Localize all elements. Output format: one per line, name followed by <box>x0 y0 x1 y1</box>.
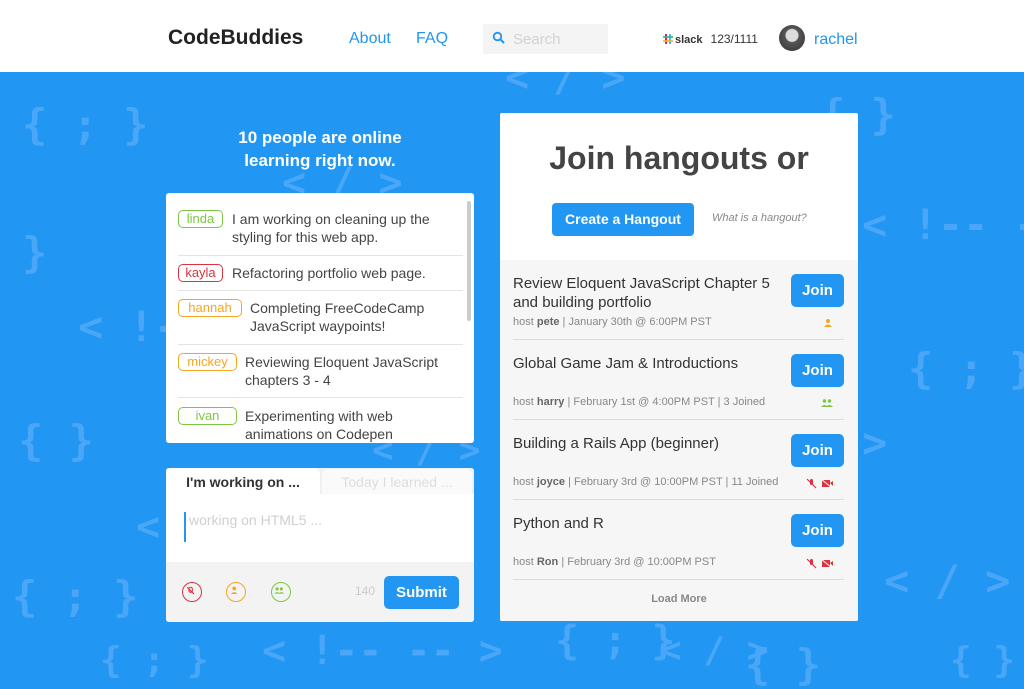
feed-text: Reviewing Eloquent JavaScript chapters 3… <box>245 354 438 388</box>
user-tag[interactable]: linda <box>178 210 223 228</box>
user-tag[interactable]: hannah <box>178 299 242 317</box>
join-button[interactable]: Join <box>791 434 844 467</box>
hangout-details: | January 30th @ 6:00PM PST <box>562 316 712 328</box>
feed-item: hannah Completing FreeCodeCamp JavaScrip… <box>178 299 463 345</box>
nav-link-about[interactable]: About <box>349 30 391 48</box>
bg-code-snippet: { } <box>18 416 94 465</box>
muted-icon <box>806 558 833 569</box>
hangout-details: | February 3rd @ 10:00PM PST | 11 Joined <box>568 476 779 488</box>
feed-text: Refactoring portfolio web page. <box>232 265 426 281</box>
bg-code-snippet: < / > <box>884 556 1011 605</box>
host-label: host <box>513 396 534 408</box>
bg-code-snippet: { ; } <box>555 618 676 664</box>
host-name[interactable]: harry <box>537 396 565 408</box>
hangout-item: Building a Rails App (beginner) Join hos… <box>513 420 844 500</box>
bg-code-snippet: < !-- -- > <box>262 628 503 674</box>
mute-mic-icon[interactable] <box>182 582 202 602</box>
user-tag[interactable]: ivan <box>178 407 237 425</box>
bg-code-snippet: < / > <box>660 630 769 671</box>
composer-footer: 140 Submit <box>166 562 474 622</box>
host-name[interactable]: pete <box>537 316 560 328</box>
slack-status[interactable]: slack 123/1111 <box>663 32 758 46</box>
tab-working-on[interactable]: I'm working on ... <box>166 468 320 494</box>
search-icon <box>492 31 505 44</box>
hangout-item: Python and R Join host Ron | February 3r… <box>513 500 844 580</box>
host-label: host <box>513 476 534 488</box>
bg-code-snippet: { ; } <box>12 572 139 621</box>
search-input[interactable] <box>513 24 603 54</box>
feed-item: mickey Reviewing Eloquent JavaScript cha… <box>178 353 463 398</box>
search-box[interactable] <box>483 24 608 54</box>
bg-code-snippet: } <box>22 228 48 277</box>
feed-item: kayla Refactoring portfolio web page. <box>178 264 463 291</box>
hangout-title[interactable]: Global Game Jam & Introductions <box>513 354 773 373</box>
bg-code-snippet: { ; } <box>22 100 149 149</box>
avatar[interactable] <box>779 25 805 51</box>
bg-code-snippet: < <box>136 504 161 550</box>
muted-icon <box>806 478 833 489</box>
user-tag[interactable]: kayla <box>178 264 223 282</box>
host-name[interactable]: Ron <box>537 556 558 568</box>
slack-icon <box>663 34 673 44</box>
hangout-title[interactable]: Review Eloquent JavaScript Chapter 5 and… <box>513 274 773 312</box>
group-icon[interactable] <box>271 582 291 602</box>
char-count: 140 <box>355 584 376 598</box>
create-hangout-button[interactable]: Create a Hangout <box>552 203 694 236</box>
hangout-list: Review Eloquent JavaScript Chapter 5 and… <box>500 260 858 621</box>
online-line-1: 10 people are online <box>238 128 402 147</box>
submit-button[interactable]: Submit <box>384 576 459 609</box>
bg-code-snippet: > <box>862 418 888 467</box>
group-icon <box>821 399 833 407</box>
host-label: host <box>513 556 534 568</box>
hangout-item: Global Game Jam & Introductions Join hos… <box>513 340 844 420</box>
feed-item: linda I am working on cleaning up the st… <box>178 210 463 256</box>
hangout-item: Review Eloquent JavaScript Chapter 5 and… <box>513 260 844 340</box>
bg-code-snippet: { ; } <box>908 344 1024 393</box>
person-icon[interactable] <box>226 582 246 602</box>
activity-feed[interactable]: linda I am working on cleaning up the st… <box>166 193 474 443</box>
online-line-2: learning right now. <box>244 151 396 170</box>
what-is-hangout-link[interactable]: What is a hangout? <box>712 212 807 224</box>
composer-tabs: I'm working on ... Today I learned ... <box>166 468 474 494</box>
hangout-meta: host harry | February 1st @ 4:00PM PST |… <box>513 396 765 408</box>
hangouts-panel: Join hangouts or Create a Hangout What i… <box>500 113 858 621</box>
hangout-meta: host joyce | February 3rd @ 10:00PM PST … <box>513 476 778 488</box>
feed-text: Experimenting with web animations on Cod… <box>245 408 393 442</box>
site-logo[interactable]: CodeBuddies <box>168 26 303 50</box>
hangout-details: | February 1st @ 4:00PM PST | 3 Joined <box>567 396 766 408</box>
hangout-details: | February 3rd @ 10:00PM PST <box>561 556 716 568</box>
tab-today-i-learned[interactable]: Today I learned ... <box>322 469 472 494</box>
hangout-title[interactable]: Building a Rails App (beginner) <box>513 434 773 453</box>
join-button[interactable]: Join <box>791 274 844 307</box>
hangout-meta: host Ron | February 3rd @ 10:00PM PST <box>513 556 716 568</box>
status-composer: I'm working on ... Today I learned ... 1… <box>166 468 474 622</box>
top-header: CodeBuddies About FAQ slack 123/1111 rach… <box>0 0 1024 72</box>
hangout-meta: host pete | January 30th @ 6:00PM PST <box>513 316 712 328</box>
online-count-heading: 10 people are online learning right now. <box>166 126 474 172</box>
feed-item: ivan Experimenting with web animations o… <box>178 407 463 443</box>
person-icon <box>824 319 832 327</box>
bg-code-snippet: { ; } <box>100 640 209 681</box>
join-button[interactable]: Join <box>791 514 844 547</box>
slack-label: slack <box>675 34 703 46</box>
host-label: host <box>513 316 534 328</box>
slack-count: 123/1111 <box>710 32 758 46</box>
join-button[interactable]: Join <box>791 354 844 387</box>
load-more-link[interactable]: Load More <box>500 593 858 605</box>
bg-code-snippet: { } <box>950 640 1016 681</box>
username-link[interactable]: rachel <box>814 31 858 49</box>
status-input[interactable] <box>184 512 459 542</box>
hangout-title[interactable]: Python and R <box>513 514 773 533</box>
feed-scrollbar[interactable] <box>467 201 471 321</box>
user-tag[interactable]: mickey <box>178 353 237 371</box>
hangouts-title: Join hangouts or <box>549 140 809 176</box>
nav-link-faq[interactable]: FAQ <box>416 30 448 48</box>
feed-text: I am working on cleaning up the styling … <box>232 211 430 245</box>
host-name[interactable]: joyce <box>537 476 565 488</box>
feed-text: Completing FreeCodeCamp JavaScript waypo… <box>250 300 425 334</box>
bg-code-snippet: < !-- -- <box>862 200 1024 249</box>
